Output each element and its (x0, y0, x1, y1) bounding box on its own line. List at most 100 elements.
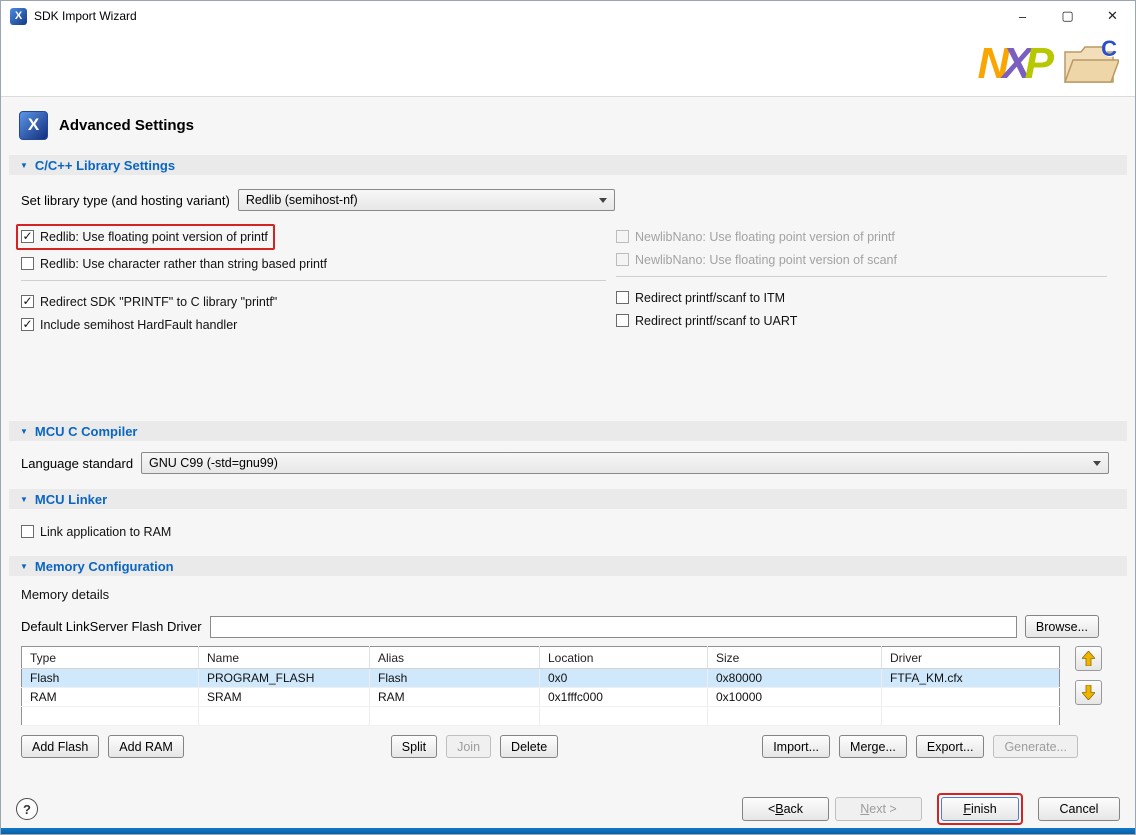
back-button[interactable]: < Back (742, 797, 829, 821)
table-row-ram[interactable]: RAM SRAM RAM 0x1fffc000 0x10000 (22, 688, 1060, 707)
cell-driver[interactable] (882, 707, 1060, 726)
checkbox-redirect-uart[interactable]: Redirect printf/scanf to UART (616, 311, 797, 330)
cancel-button[interactable]: Cancel (1038, 797, 1120, 821)
table-row-flash[interactable]: Flash PROGRAM_FLASH Flash 0x0 0x80000 FT… (22, 669, 1060, 688)
cell-alias[interactable]: Flash (370, 669, 540, 688)
cell-location[interactable]: 0x1fffc000 (540, 688, 708, 707)
cell-size[interactable]: 0x80000 (708, 669, 882, 688)
checkbox-box[interactable] (21, 318, 34, 331)
move-up-button[interactable] (1075, 646, 1102, 671)
minimize-button[interactable]: – (1000, 1, 1045, 31)
import-button[interactable]: Import... (762, 735, 830, 758)
browse-button[interactable]: Browse... (1025, 615, 1099, 638)
column-header-driver[interactable]: Driver (882, 647, 1060, 669)
annotation-highlight-finish: Finish (937, 793, 1023, 825)
cell-size[interactable] (708, 707, 882, 726)
memory-table-area: Type Name Alias Location Size Driver Fla… (21, 646, 1127, 726)
table-row-empty[interactable] (22, 707, 1060, 726)
section-memory-configuration[interactable]: ▼ Memory Configuration (9, 556, 1127, 576)
checkbox-newlibnano-float-scanf: NewlibNano: Use floating point version o… (616, 250, 897, 269)
cell-name[interactable]: PROGRAM_FLASH (199, 669, 370, 688)
section-compiler-title: MCU C Compiler (35, 424, 138, 439)
help-button[interactable]: ? (16, 798, 38, 820)
export-button[interactable]: Export... (916, 735, 985, 758)
page-title: Advanced Settings (59, 117, 194, 134)
titlebar: X SDK Import Wizard – ▢ ✕ (1, 1, 1135, 31)
cell-type[interactable]: Flash (22, 669, 199, 688)
column-header-type[interactable]: Type (22, 647, 199, 669)
cell-name[interactable] (199, 707, 370, 726)
chevron-down-icon (1093, 461, 1101, 466)
cell-size[interactable]: 0x10000 (708, 688, 882, 707)
cell-alias[interactable] (370, 707, 540, 726)
collapse-caret-icon: ▼ (20, 562, 28, 571)
folder-c-label: C (1101, 36, 1117, 62)
cell-type[interactable]: RAM (22, 688, 199, 707)
cell-alias[interactable]: RAM (370, 688, 540, 707)
checkbox-redirect-sdk-printf[interactable]: Redirect SDK "PRINTF" to C library "prin… (21, 292, 277, 311)
nxp-letter-p: P (1025, 42, 1051, 86)
move-down-icon (1082, 685, 1095, 700)
cell-location[interactable] (540, 707, 708, 726)
wizard-content: X Advanced Settings ▼ C/C++ Library Sett… (1, 110, 1135, 758)
cell-driver[interactable] (882, 688, 1060, 707)
cell-location[interactable]: 0x0 (540, 669, 708, 688)
checkbox-box (616, 253, 629, 266)
close-button[interactable]: ✕ (1090, 1, 1135, 31)
checkbox-label: Redirect printf/scanf to UART (635, 314, 797, 328)
section-mcu-linker[interactable]: ▼ MCU Linker (9, 489, 1127, 509)
section-mcu-c-compiler[interactable]: ▼ MCU C Compiler (9, 421, 1127, 441)
sdk-import-wizard-window: X SDK Import Wizard – ▢ ✕ N X P C X Adva… (0, 0, 1136, 835)
checkbox-label: Redirect printf/scanf to ITM (635, 291, 785, 305)
checkbox-semihost-hardfault[interactable]: Include semihost HardFault handler (21, 315, 237, 334)
library-type-label: Set library type (and hosting variant) (21, 193, 230, 208)
column-header-location[interactable]: Location (540, 647, 708, 669)
checkbox-box[interactable] (616, 291, 629, 304)
generate-button: Generate... (993, 735, 1078, 758)
move-down-button[interactable] (1075, 680, 1102, 705)
divider (21, 280, 606, 281)
language-standard-label: Language standard (21, 456, 133, 471)
checkbox-redlib-char-printf[interactable]: Redlib: Use character rather than string… (21, 254, 327, 273)
cell-type[interactable] (22, 707, 199, 726)
checkbox-box[interactable] (21, 257, 34, 270)
checkbox-box[interactable] (21, 525, 34, 538)
add-flash-button[interactable]: Add Flash (21, 735, 99, 758)
maximize-button[interactable]: ▢ (1045, 1, 1090, 31)
column-header-alias[interactable]: Alias (370, 647, 540, 669)
back-label-prefix: < (768, 802, 775, 816)
checkbox-box[interactable] (21, 230, 34, 243)
cell-driver[interactable]: FTFA_KM.cfx (882, 669, 1060, 688)
section-library-title: C/C++ Library Settings (35, 158, 175, 173)
library-left-column: Redlib: Use floating point version of pr… (21, 224, 616, 334)
column-header-size[interactable]: Size (708, 647, 882, 669)
checkbox-redirect-itm[interactable]: Redirect printf/scanf to ITM (616, 288, 785, 307)
checkbox-label: Redirect SDK "PRINTF" to C library "prin… (40, 295, 277, 309)
merge-button[interactable]: Merge... (839, 735, 907, 758)
checkbox-redlib-float-printf[interactable]: Redlib: Use floating point version of pr… (21, 227, 268, 246)
section-library-settings[interactable]: ▼ C/C++ Library Settings (9, 155, 1127, 175)
language-standard-select[interactable]: GNU C99 (-std=gnu99) (141, 452, 1109, 474)
checkbox-box[interactable] (616, 314, 629, 327)
library-type-value: Redlib (semihost-nf) (246, 193, 358, 207)
finish-label-mnemonic: F (963, 802, 971, 816)
flash-driver-input[interactable] (210, 616, 1017, 638)
memory-details-label: Memory details (21, 587, 109, 602)
finish-button[interactable]: Finish (941, 797, 1019, 821)
delete-button[interactable]: Delete (500, 735, 558, 758)
checkbox-label: Redlib: Use floating point version of pr… (40, 230, 268, 244)
checkbox-label: Link application to RAM (40, 525, 171, 539)
checkbox-link-to-ram[interactable]: Link application to RAM (21, 522, 171, 541)
brand-band: N X P C (1, 31, 1135, 97)
section-memory-title: Memory Configuration (35, 559, 174, 574)
checkbox-box[interactable] (21, 295, 34, 308)
add-ram-button[interactable]: Add RAM (108, 735, 184, 758)
language-standard-value: GNU C99 (-std=gnu99) (149, 456, 278, 470)
table-header-row: Type Name Alias Location Size Driver (22, 647, 1060, 669)
finish-label-rest: inish (971, 802, 997, 816)
library-checkbox-grid: Redlib: Use floating point version of pr… (21, 224, 1127, 334)
cell-name[interactable]: SRAM (199, 688, 370, 707)
library-type-select[interactable]: Redlib (semihost-nf) (238, 189, 615, 211)
split-button[interactable]: Split (391, 735, 437, 758)
column-header-name[interactable]: Name (199, 647, 370, 669)
